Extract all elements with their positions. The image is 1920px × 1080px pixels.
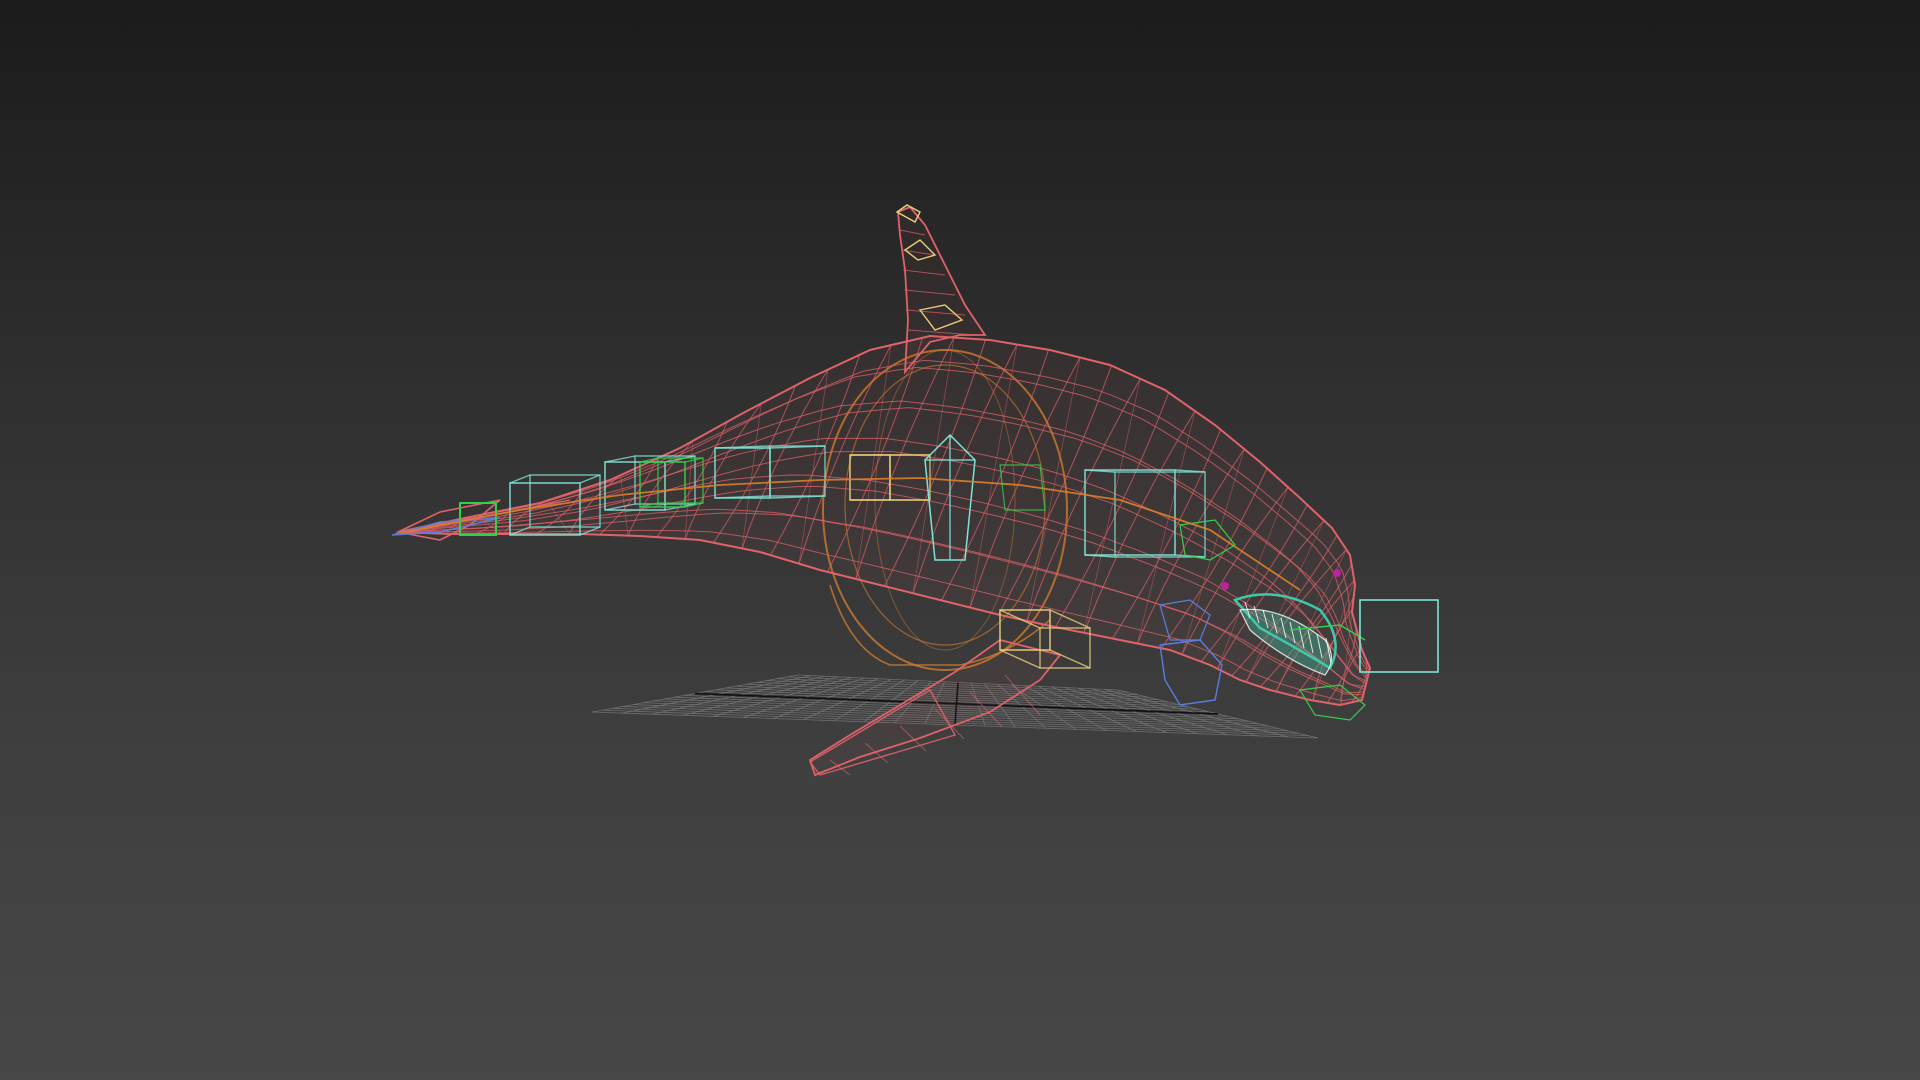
head-control-box[interactable] xyxy=(1359,599,1439,673)
eye-right xyxy=(1333,569,1341,577)
scene-canvas[interactable] xyxy=(0,0,1920,1080)
eye-left xyxy=(1221,582,1229,590)
orca-wireframe-mesh[interactable] xyxy=(391,204,1372,777)
box-edge xyxy=(604,455,636,463)
box-edge xyxy=(579,474,601,484)
3d-viewport[interactable] xyxy=(0,0,1920,1080)
box-edge xyxy=(509,474,531,484)
box-front xyxy=(1359,599,1439,673)
box-back xyxy=(1359,599,1439,673)
